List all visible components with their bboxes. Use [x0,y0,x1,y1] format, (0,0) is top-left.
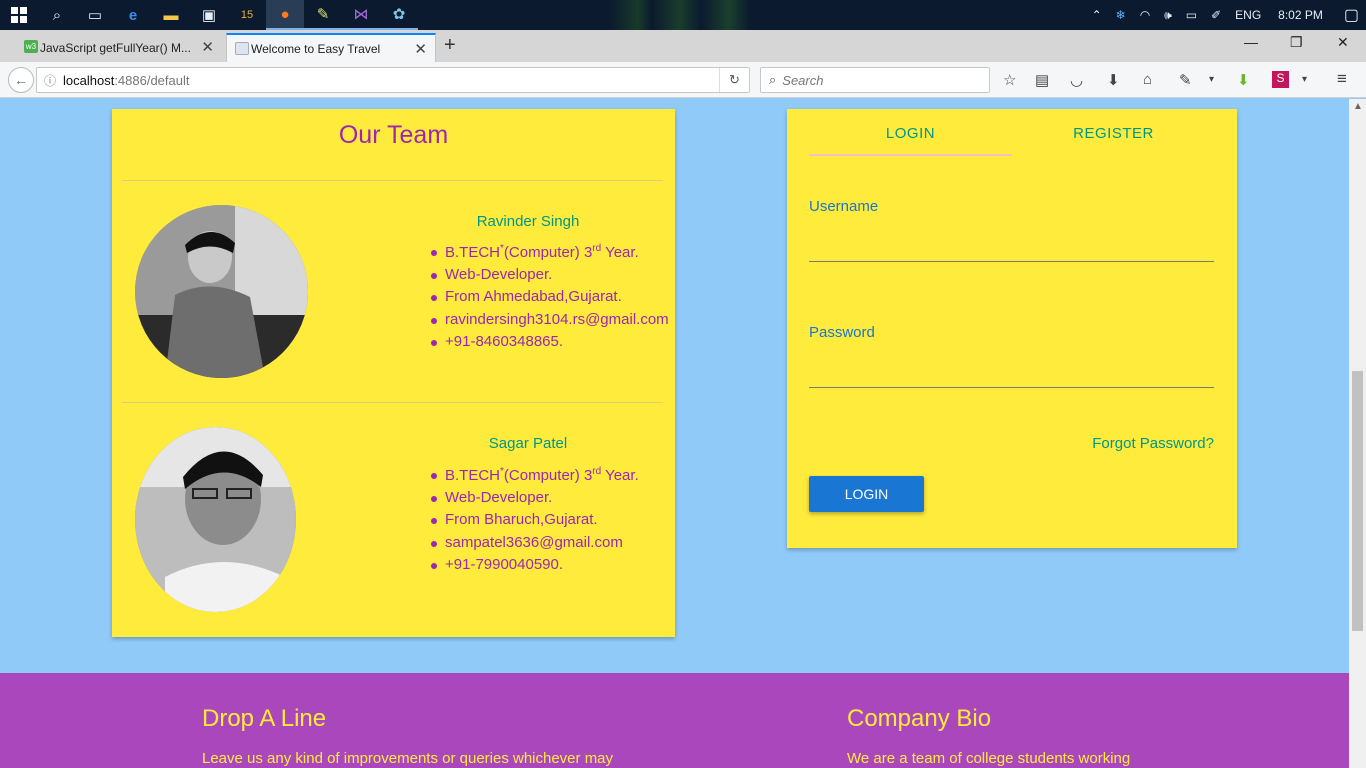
navigation-toolbar: ← ⓘ localhost:4886/default ↻ ⌕ Search ☆ … [0,62,1366,98]
login-button[interactable]: LOGIN [809,476,924,512]
dropdown-icon[interactable]: ▾ [1302,74,1307,85]
clock[interactable]: 8:02 PM [1278,8,1323,22]
close-tab-icon[interactable]: ✕ [414,40,427,58]
member-name: Ravinder Singh [476,213,580,230]
company-bio-text: We are a team of college students workin… [847,750,1131,767]
start-icon[interactable] [0,0,38,30]
password-field[interactable] [809,387,1214,388]
username-label: Username [809,198,879,215]
new-tab-icon[interactable]: + [444,34,456,57]
username-field[interactable] [809,261,1214,262]
tab-easy-travel[interactable]: Welcome to Easy Travel ✕ [226,33,436,62]
scrollbar-thumb[interactable] [1352,371,1363,631]
store-icon[interactable]: ▣ [190,0,228,30]
search-input[interactable]: ⌕ Search [760,67,990,93]
detail-item: From Bharuch,Gujarat. [431,511,639,534]
w3schools-favicon-icon: w3 [24,40,38,53]
page-content: Our Team Ravinder Singh B.TECH*(Computer… [0,99,1349,768]
detail-education: B.TECH*(Computer) 3rd Year. [431,466,639,489]
page-favicon-icon [235,42,249,55]
chevron-up-icon[interactable]: ⌃ [1092,8,1102,22]
notepad-icon[interactable]: ✎ [304,0,342,30]
url-path: :4886/default [114,72,190,88]
dropdown-icon[interactable]: ▾ [1209,74,1214,85]
edge-icon[interactable]: e [114,0,152,30]
scroll-up-icon[interactable]: ▲ [1353,101,1363,112]
eyedropper-icon[interactable]: ✎ [1179,71,1192,89]
minimize-icon[interactable]: — [1244,34,1258,50]
avatar-ravinder [135,205,308,378]
avatar-sagar [135,427,296,612]
vertical-scrollbar[interactable]: ▲ [1349,99,1366,768]
menu-icon[interactable]: ≡ [1337,69,1347,89]
team-card: Our Team Ravinder Singh B.TECH*(Computer… [112,109,675,637]
extension-s-icon[interactable]: S [1272,71,1289,88]
login-card: LOGIN REGISTER Username Password Forgot … [787,109,1237,548]
detail-education: B.TECH*(Computer) 3rd Year. [431,243,669,266]
address-bar[interactable]: ⓘ localhost:4886/default ↻ [36,67,750,93]
member-name: Sagar Patel [488,435,568,452]
back-icon[interactable]: ← [8,67,34,93]
search-icon: ⌕ [769,72,777,87]
wifi-icon[interactable]: ◠ [1140,8,1150,22]
detail-item: From Ahmedabad,Gujarat. [431,288,669,311]
app-15-icon[interactable]: 15 [228,0,266,30]
tab-login[interactable]: LOGIN [809,125,1012,142]
divider [122,402,663,403]
reload-icon[interactable]: ↻ [719,68,749,92]
team-title: Our Team [338,121,449,149]
detail-item: Web-Developer. [431,489,639,512]
member-details: B.TECH*(Computer) 3rd Year. Web-Develope… [431,466,639,579]
search-placeholder: Search [782,72,824,88]
taskbar-background [610,0,750,30]
home-icon[interactable]: ⌂ [1143,71,1152,88]
snowflake-icon[interactable]: ❄ [1116,8,1126,22]
detail-email[interactable]: sampatel3636@gmail.com [431,534,639,557]
tab-register[interactable]: REGISTER [1012,125,1215,142]
task-view-icon[interactable]: ▭ [76,0,114,30]
reading-list-icon[interactable]: ▤ [1035,71,1049,89]
detail-email[interactable]: ravindersingh3104.rs@gmail.com [431,311,669,334]
active-tab-indicator [809,154,1012,156]
paint-icon[interactable]: ✿ [380,0,418,30]
downloads-icon[interactable]: ⬇ [1107,71,1120,89]
member-details: B.TECH*(Computer) 3rd Year. Web-Develope… [431,243,669,356]
divider [122,180,663,181]
visual-studio-icon[interactable]: ⋈ [342,0,380,30]
footer: Drop A Line Leave us any kind of improve… [0,673,1349,768]
drop-a-line-title: Drop A Line [202,705,327,732]
battery-icon[interactable]: ▭ [1186,8,1197,22]
volume-icon[interactable]: 🕪 [1164,8,1172,23]
pen-icon[interactable]: ✐ [1211,8,1221,22]
tab-title: JavaScript getFullYear() M... [40,40,191,55]
detail-phone: +91-8460348865. [431,333,669,356]
forgot-password-link[interactable]: Forgot Password? [1092,435,1214,452]
file-explorer-icon[interactable]: ▬ [152,0,190,30]
search-icon[interactable]: ⌕ [38,0,76,30]
url-host: localhost [63,72,115,88]
close-window-icon[interactable]: ✕ [1337,34,1349,51]
download-helper-icon[interactable]: ⬇ [1237,71,1250,89]
drop-a-line-text: Leave us any kind of improvements or que… [202,750,614,767]
site-info-icon[interactable]: ⓘ [37,72,63,89]
pocket-icon[interactable]: ◡ [1070,71,1083,89]
notifications-icon[interactable]: ▢ [1344,5,1359,25]
system-tray: ⌃ ❄ ◠ 🕪 ▭ ✐ ENG 8:02 PM ▢ [1085,0,1366,30]
bookmark-star-icon[interactable]: ☆ [1003,71,1016,89]
language-indicator[interactable]: ENG [1235,8,1261,22]
password-label: Password [809,324,875,341]
tab-strip: w3 JavaScript getFullYear() M... ✕ Welco… [0,30,1366,62]
close-tab-icon[interactable]: ✕ [201,38,214,56]
taskbar: ⌕ ▭ e ▬ ▣ 15 ● ✎ ⋈ ✿ ⌃ ❄ ◠ 🕪 ▭ ✐ ENG 8:0… [0,0,1366,30]
detail-item: Web-Developer. [431,266,669,289]
restore-icon[interactable]: ❐ [1290,34,1303,51]
firefox-icon[interactable]: ● [266,0,304,30]
detail-phone: +91-7990040590. [431,556,639,579]
tab-title: Welcome to Easy Travel [251,41,381,56]
tab-w3schools[interactable]: w3 JavaScript getFullYear() M... ✕ [16,33,222,62]
company-bio-title: Company Bio [847,705,992,732]
